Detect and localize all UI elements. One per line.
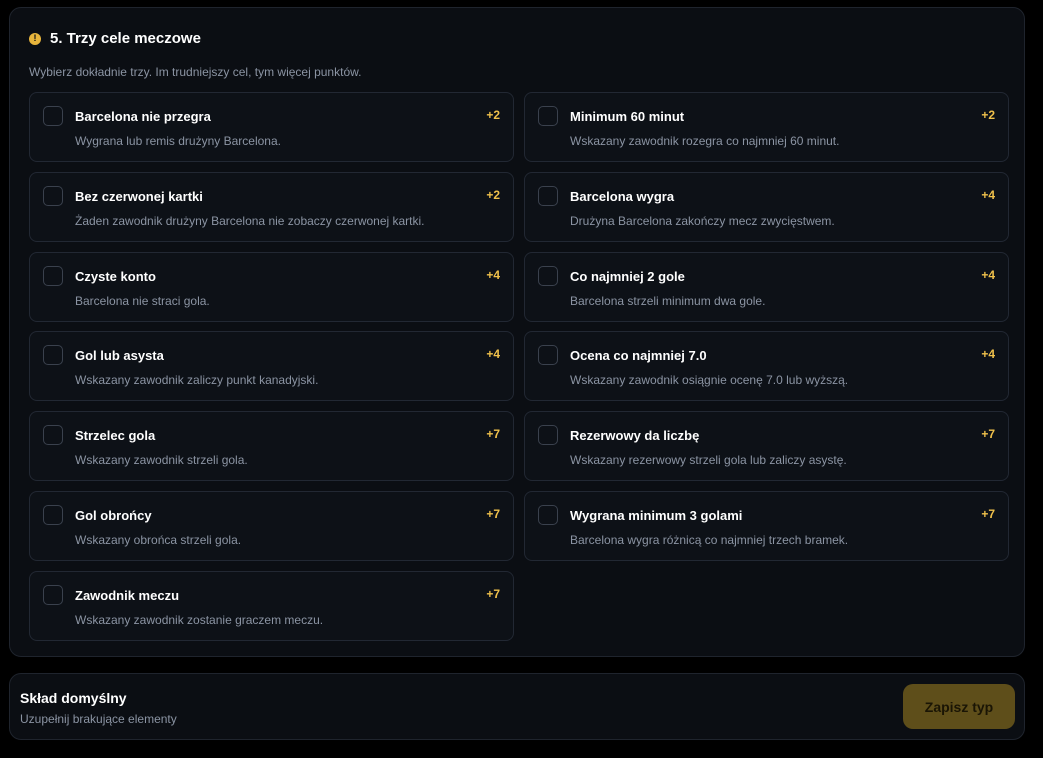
goal-option[interactable]: Wygrana minimum 3 golami Barcelona wygra… — [524, 491, 1009, 561]
goal-description: Drużyna Barcelona zakończy mecz zwycięst… — [570, 214, 835, 228]
goal-description: Wskazany zawodnik osiągnie ocenę 7.0 lub… — [570, 373, 849, 387]
goal-checkbox[interactable] — [43, 106, 63, 126]
goal-title: Barcelona nie przegra — [75, 109, 211, 124]
section-title: 5. Trzy cele meczowe — [50, 30, 201, 47]
goal-description: Wskazany obrońca strzeli gola. — [75, 533, 242, 547]
goal-title: Rezerwowy da liczbę — [570, 428, 700, 443]
goal-option[interactable]: Barcelona nie przegra Wygrana lub remis … — [29, 92, 514, 162]
goal-description: Wskazany zawodnik rozegra co najmniej 60… — [570, 134, 840, 148]
goal-checkbox[interactable] — [43, 186, 63, 206]
goal-checkbox[interactable] — [538, 106, 558, 126]
goal-title: Ocena co najmniej 7.0 — [570, 348, 707, 363]
goal-title: Zawodnik meczu — [75, 588, 180, 603]
goal-option[interactable]: Czyste konto Barcelona nie straci gola. … — [29, 252, 514, 322]
goal-option[interactable]: Strzelec gola Wskazany zawodnik strzeli … — [29, 411, 514, 481]
goal-points: +2 — [486, 188, 500, 202]
goal-checkbox[interactable] — [43, 345, 63, 365]
goal-title: Wygrana minimum 3 golami — [570, 508, 743, 523]
goal-option[interactable]: Gol obrońcy Wskazany obrońca strzeli gol… — [29, 491, 514, 561]
goal-points: +4 — [981, 188, 995, 202]
goal-points: +4 — [486, 268, 500, 282]
match-goals-section: ! 5. Trzy cele meczowe Wybierz dokładnie… — [9, 7, 1025, 657]
goal-option[interactable]: Minimum 60 minut Wskazany zawodnik rozeg… — [524, 92, 1009, 162]
lineup-status-subtitle: Uzupełnij brakujące elementy — [20, 712, 177, 726]
save-prediction-button[interactable]: Zapisz typ — [903, 684, 1015, 729]
goal-checkbox[interactable] — [538, 345, 558, 365]
goal-option[interactable]: Co najmniej 2 gole Barcelona strzeli min… — [524, 252, 1009, 322]
goal-option[interactable]: Rezerwowy da liczbę Wskazany rezerwowy s… — [524, 411, 1009, 481]
goal-option[interactable]: Zawodnik meczu Wskazany zawodnik zostani… — [29, 571, 514, 641]
goal-checkbox[interactable] — [538, 266, 558, 286]
goal-points: +4 — [486, 347, 500, 361]
goal-description: Żaden zawodnik drużyny Barcelona nie zob… — [75, 214, 425, 228]
goal-option[interactable]: Ocena co najmniej 7.0 Wskazany zawodnik … — [524, 331, 1009, 401]
goal-checkbox[interactable] — [538, 425, 558, 445]
section-header: ! 5. Trzy cele meczowe — [29, 30, 201, 47]
goal-option[interactable]: Barcelona wygra Drużyna Barcelona zakońc… — [524, 172, 1009, 242]
goal-points: +7 — [486, 507, 500, 521]
lineup-status-title: Skład domyślny — [20, 690, 127, 706]
goal-option[interactable]: Gol lub asysta Wskazany zawodnik zaliczy… — [29, 331, 514, 401]
goal-checkbox[interactable] — [43, 266, 63, 286]
goal-points: +7 — [981, 507, 995, 521]
goal-description: Wygrana lub remis drużyny Barcelona. — [75, 134, 281, 148]
goal-description: Wskazany rezerwowy strzeli gola lub zali… — [570, 453, 847, 467]
step-number-icon: ! — [29, 32, 41, 45]
goal-checkbox[interactable] — [43, 425, 63, 445]
goal-points: +7 — [486, 427, 500, 441]
goal-title: Gol lub asysta — [75, 348, 164, 363]
goal-checkbox[interactable] — [43, 585, 63, 605]
goal-title: Bez czerwonej kartki — [75, 189, 203, 204]
goal-title: Barcelona wygra — [570, 189, 675, 204]
section-subtitle: Wybierz dokładnie trzy. Im trudniejszy c… — [29, 65, 362, 79]
goal-points: +7 — [486, 587, 500, 601]
goal-option[interactable]: Bez czerwonej kartki Żaden zawodnik druż… — [29, 172, 514, 242]
goal-title: Strzelec gola — [75, 428, 156, 443]
goal-description: Wskazany zawodnik zaliczy punkt kanadyjs… — [75, 373, 319, 387]
goal-title: Co najmniej 2 gole — [570, 269, 685, 284]
goal-checkbox[interactable] — [43, 505, 63, 525]
goal-points: +4 — [981, 347, 995, 361]
goal-description: Wskazany zawodnik strzeli gola. — [75, 453, 248, 467]
goal-description: Barcelona strzeli minimum dwa gole. — [570, 294, 766, 308]
goal-checkbox[interactable] — [538, 505, 558, 525]
goal-description: Barcelona wygra różnicą co najmniej trze… — [570, 533, 849, 547]
goal-points: +7 — [981, 427, 995, 441]
goal-title: Czyste konto — [75, 269, 156, 284]
footer-bar: Skład domyślny Uzupełnij brakujące eleme… — [9, 673, 1025, 740]
goal-points: +2 — [486, 108, 500, 122]
goal-description: Barcelona nie straci gola. — [75, 294, 210, 308]
goal-checkbox[interactable] — [538, 186, 558, 206]
goal-title: Gol obrońcy — [75, 508, 152, 523]
goal-description: Wskazany zawodnik zostanie graczem meczu… — [75, 613, 324, 627]
goal-title: Minimum 60 minut — [570, 109, 685, 124]
goal-points: +4 — [981, 268, 995, 282]
goal-points: +2 — [981, 108, 995, 122]
